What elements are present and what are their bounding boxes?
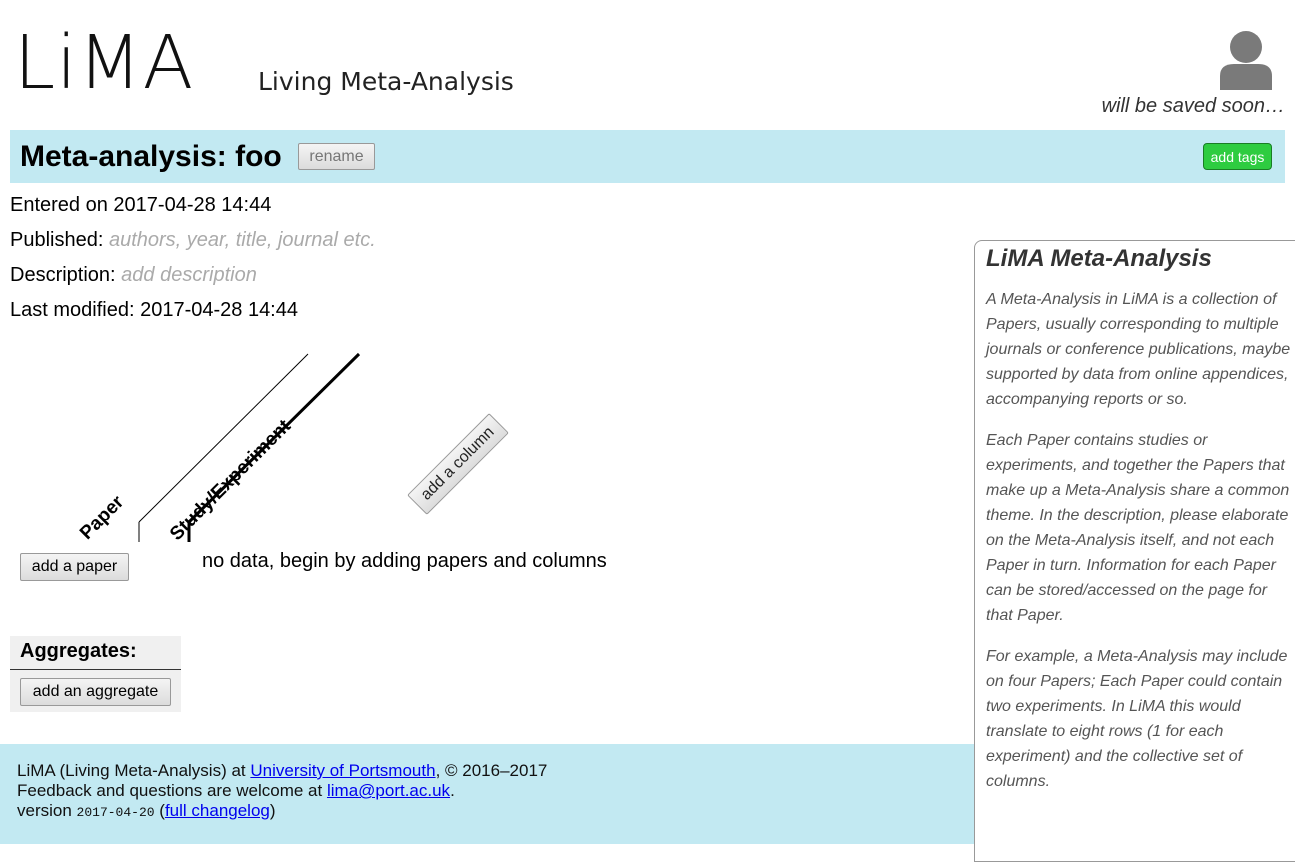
email-link[interactable]: lima@port.ac.uk <box>327 781 450 800</box>
add-paper-button[interactable]: add a paper <box>20 553 129 581</box>
university-link[interactable]: University of Portsmouth <box>250 761 435 780</box>
save-status: will be saved soon… <box>1101 95 1285 117</box>
footer-line2-prefix: Feedback and questions are welcome at <box>17 781 323 800</box>
aggregates-divider <box>10 669 181 670</box>
add-tags-button[interactable]: add tags <box>1203 143 1272 170</box>
column-header-lines <box>138 352 361 542</box>
changelog-link[interactable]: full changelog <box>165 801 270 820</box>
help-panel: LiMA Meta-Analysis A Meta-Analysis in Li… <box>974 240 1295 862</box>
aggregates-section: Aggregates: add an aggregate <box>10 636 181 712</box>
footer-text: LiMA (Living Meta-Analysis) at Universit… <box>17 761 548 820</box>
add-aggregate-button[interactable]: add an aggregate <box>20 678 171 706</box>
empty-table-message: no data, begin by adding papers and colu… <box>202 550 607 572</box>
user-icon[interactable] <box>1218 30 1274 90</box>
footer-line2-suffix: . <box>450 781 455 800</box>
help-paragraph: Each Paper contains studies or experimen… <box>986 432 1290 624</box>
version-label: version <box>17 801 72 820</box>
footer-line1-suffix: , © 2016–2017 <box>435 761 548 780</box>
aggregates-title: Aggregates: <box>20 640 137 662</box>
footer-line1-prefix: LiMA (Living Meta-Analysis) at <box>17 761 246 780</box>
help-paragraph: A Meta-Analysis in LiMA is a collection … <box>986 291 1291 408</box>
version-value: 2017-04-20 <box>76 805 155 820</box>
help-body: A Meta-Analysis in LiMA is a collection … <box>986 287 1291 810</box>
help-paragraph: For example, a Meta-Analysis may include… <box>986 648 1288 790</box>
help-title: LiMA Meta-Analysis <box>986 245 1212 272</box>
